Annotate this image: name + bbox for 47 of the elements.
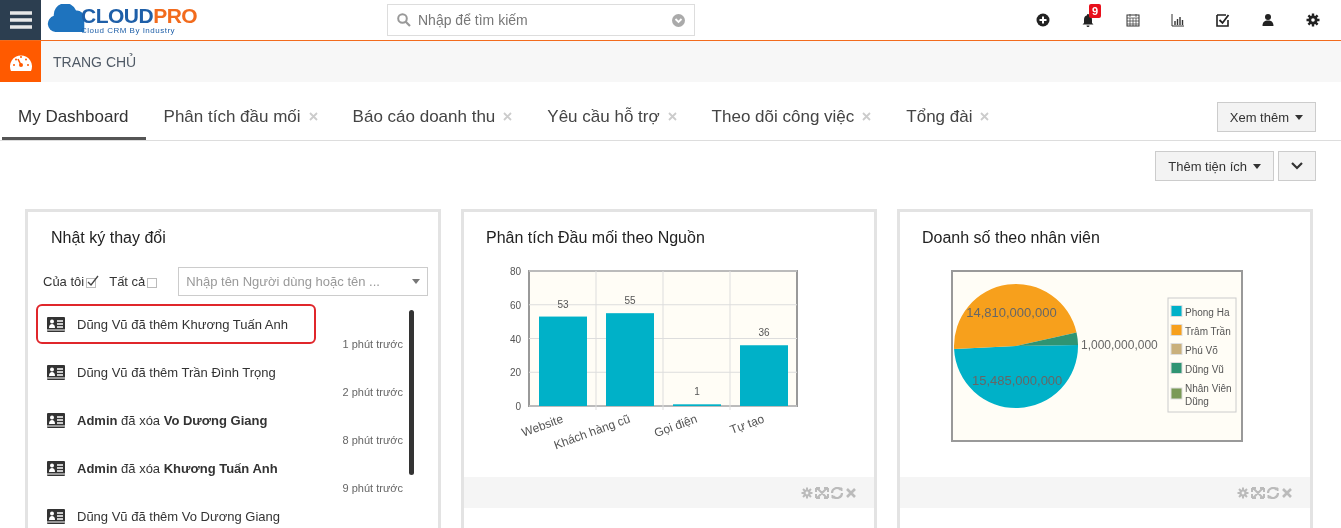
filter-label: Của tôi [43,274,85,289]
data-label: 55 [624,295,636,307]
add-widget-button[interactable]: Thêm tiện ích [1155,151,1274,181]
data-label: 36 [758,327,770,339]
category-label: Gọi điện [652,411,700,441]
data-label: 53 [557,298,569,310]
activity-text: Admin đã xóa Khương Tuấn Anh [77,460,278,476]
axis-tick-label: 80 [509,266,521,277]
brand-tagline: Cloud CRM By Industry [81,27,177,35]
activity-text: Admin đã xóa Vo Dương Giang [77,412,268,428]
dashboard-tab[interactable]: My Dashboard [2,96,146,140]
dashboard-tab[interactable]: Tổng đài [890,96,1007,140]
legend-label: Dũng Vũ [1185,363,1224,375]
category-label: Tự tạo [728,411,767,437]
activity-text: Dũng Vũ đã thêm Trần Đình Trọng [77,364,276,380]
breadcrumb-title: TRANG CHỦ [53,53,137,70]
axis-tick-label: 0 [515,401,521,412]
activity-text: Dũng Vũ đã thêm Vo Dương Giang [77,508,280,524]
search-field[interactable]: Nhập để tìm kiếm [387,4,695,36]
data-label: 14,810,000,000 [966,305,1057,321]
widget-title: Doanh số theo nhân viên [921,228,1101,248]
activity-time: 1 phút trước [341,338,404,350]
dashboard-tab[interactable]: Yêu cầu hỗ trợ [531,96,694,140]
dashboard-tab[interactable]: Theo dõi công việc [695,96,889,140]
brand-name: CLOUDPRO [81,5,198,26]
data-label: 15,485,000,000 [971,373,1063,389]
activity-text: Dũng Vũ đã thêm Khương Tuấn Anh [77,316,288,332]
legend-label: Phong Ha [1185,306,1230,318]
widget-title: Nhật ký thay đổi [50,228,167,248]
dashboard-tab[interactable]: Báo cáo doanh thu [336,96,530,140]
legend-label: Nhân Viên Dũng [1185,382,1232,407]
activity-time: 9 phút trước [341,482,404,494]
legend-label: Trâm Trần [1185,325,1231,337]
data-label: 1 [694,386,700,398]
axis-tick-label: 60 [509,299,521,311]
data-label: 1,000,000,000 [1081,338,1158,352]
widget-title: Phân tích Đầu mối theo Nguồn [485,228,706,248]
notification-badge: 9 [1089,4,1102,18]
activity-time: 2 phút trước [341,386,404,398]
axis-tick-label: 40 [509,333,521,345]
user-search-field[interactable]: Nhập tên Người dùng hoặc tên ... [178,267,429,296]
dashboard-tab[interactable]: Phân tích đầu mối [147,96,335,140]
activity-time: 8 phút trước [341,434,404,446]
axis-tick-label: 20 [509,367,521,379]
more-tabs-button[interactable]: Xem thêm [1216,102,1316,132]
filter-label: Tất cả [109,274,146,289]
legend-label: Phú Võ [1185,344,1218,356]
